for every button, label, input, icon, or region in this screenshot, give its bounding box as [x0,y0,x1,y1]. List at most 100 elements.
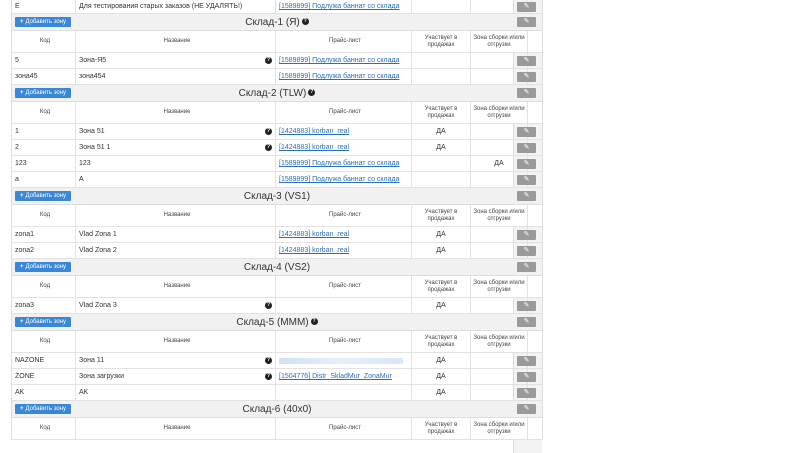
column-header-name: Название [76,31,276,52]
sales-flag: ДА [412,140,471,155]
sales-flag: ДА [412,227,471,242]
column-header-code: Код [12,102,76,123]
zone-name: 123 [76,156,276,171]
edit-button[interactable]: ✎ [517,88,536,98]
zone-code: E [12,0,76,13]
add-zone-label: Добавить зону [25,264,67,270]
zone-code: a [12,172,76,187]
price-list-link[interactable]: [1424883] korban_real [279,144,349,151]
price-list-link[interactable]: [1589899] Подлужа баннат со склада [279,57,400,64]
zone-name: Vlad Zona 2 [76,243,276,258]
edit-button[interactable]: ✎ [517,262,536,272]
edit-button[interactable]: ✎ [517,2,536,12]
column-header-code: Код [12,276,76,297]
section-header: Склад-4 (VS2) + Добавить зону [12,259,542,276]
add-zone-label: Добавить зону [25,319,67,325]
table-row: зона45 зона454 [1589899] Подлужа баннат со… [12,69,542,85]
warehouse-title: Склад-6 (40x0) [242,403,312,415]
price-list-cell: [1589899] Подлужа баннат со склада [276,172,412,187]
edit-button[interactable]: ✎ [517,127,536,137]
add-zone-button[interactable]: + Добавить зону [15,17,72,27]
column-header-price: Прайс-лист [276,276,412,297]
price-list-link[interactable]: [1589899] Подлужа баннат со склада [279,73,400,80]
help-icon[interactable]: ? [310,318,318,326]
table-row: 123 123 [1589899] Подлужа баннат со склада… [12,156,542,172]
add-zone-button[interactable]: + Добавить зону [15,88,72,98]
price-list-link[interactable]: [1424883] korban_real [279,128,349,135]
help-icon[interactable]: ? [301,18,309,26]
help-icon[interactable]: ? [308,89,316,97]
warehouse-title: Склад-3 (VS1) [243,190,311,202]
column-header-zone: Зона сборки и/или отгрузки [471,102,528,123]
edit-button[interactable]: ✎ [517,372,536,382]
help-icon[interactable]: ? [265,373,272,380]
price-list-link[interactable]: [1504776] Distr_SkladMur_ZonaMur [279,373,392,380]
help-icon[interactable]: ? [265,357,272,364]
price-list-link[interactable]: [1589899] Подлужа баннат со склада [279,160,400,167]
edit-button[interactable]: ✎ [517,301,536,311]
add-zone-button[interactable]: + Добавить зону [15,262,72,272]
edit-button[interactable]: ✎ [517,159,536,169]
add-zone-button[interactable]: + Добавить зону [15,317,72,327]
add-zone-label: Добавить зону [25,19,67,25]
column-header-sales: Участвует в продажах [412,276,471,297]
zone-name: Vlad Zona 1 [76,227,276,242]
plus-icon: + [20,264,24,270]
table-row: 5 Зона-Я5? [1589899] Подлужа баннат со скл… [12,53,542,69]
price-list-cell [276,385,412,400]
price-list-cell [276,298,412,313]
edit-button[interactable]: ✎ [517,72,536,82]
table-row: 2 Зона 51 1? [1424883] korban_real ДА [12,140,542,156]
edit-button[interactable]: ✎ [517,388,536,398]
edit-button[interactable]: ✎ [517,56,536,66]
price-list-cell [276,353,412,368]
sales-flag: ДА [412,243,471,258]
column-header-price: Прайс-лист [276,102,412,123]
table-header: Код Название Прайс-лист Участвует в продажа… [12,331,542,353]
edit-button[interactable]: ✎ [517,17,536,27]
help-icon[interactable]: ? [265,128,272,135]
sales-flag [412,0,471,13]
section-header: Склад-2 (TLW)? + Добавить зону [12,85,542,102]
edit-button[interactable]: ✎ [517,191,536,201]
table-row: zona1 Vlad Zona 1 [1424883] korban_real ДА [12,227,542,243]
table-header: Код Название Прайс-лист Участвует в продажа… [12,205,542,227]
column-header-price: Прайс-лист [276,31,412,52]
edit-button[interactable]: ✎ [517,246,536,256]
column-header-zone: Зона сборки и/или отгрузки [471,418,528,439]
edit-button[interactable]: ✎ [517,317,536,327]
zone-code: NAZONE [12,353,76,368]
help-icon[interactable]: ? [265,144,272,151]
table-row: a A [1589899] Подлужа баннат со склада [12,172,542,188]
edit-button[interactable]: ✎ [517,143,536,153]
price-list-link[interactable]: [1424883] korban_real [279,231,349,238]
zone-code: AK [12,385,76,400]
column-header-name: Название [76,205,276,226]
table-row: AK AK ДА [12,385,542,401]
price-list-link[interactable]: [1589899] Подлужа баннат со склада [279,3,400,10]
column-header-sales: Участвует в продажах [412,331,471,352]
zone-code: zona1 [12,227,76,242]
help-icon[interactable]: ? [265,57,272,64]
section-header: Склад-5 (MMM)? + Добавить зону [12,314,542,331]
price-list-link[interactable]: [1589899] Подлужа баннат со склада [279,176,400,183]
add-zone-button[interactable]: + Добавить зону [15,404,72,414]
sales-flag: ДА [412,298,471,313]
edit-button[interactable]: ✎ [517,230,536,240]
price-list-link[interactable]: [1424883] korban_real [279,247,349,254]
sales-flag: ДА [412,369,471,384]
zone-code: 123 [12,156,76,171]
edit-button[interactable]: ✎ [517,404,536,414]
add-zone-label: Добавить зону [25,406,67,412]
column-header-code: Код [12,418,76,439]
edit-button[interactable]: ✎ [517,356,536,366]
add-zone-button[interactable]: + Добавить зону [15,191,72,201]
column-header-name: Название [76,276,276,297]
edit-button[interactable]: ✎ [517,175,536,185]
help-icon[interactable]: ? [265,302,272,309]
table-header: Код Название Прайс-лист Участвует в продажа… [12,418,542,440]
column-header-price: Прайс-лист [276,331,412,352]
section-header: Склад-3 (VS1) + Добавить зону [12,188,542,205]
section-header: Склад-1 (Я)? + Добавить зону [12,14,542,31]
zone-code: 2 [12,140,76,155]
